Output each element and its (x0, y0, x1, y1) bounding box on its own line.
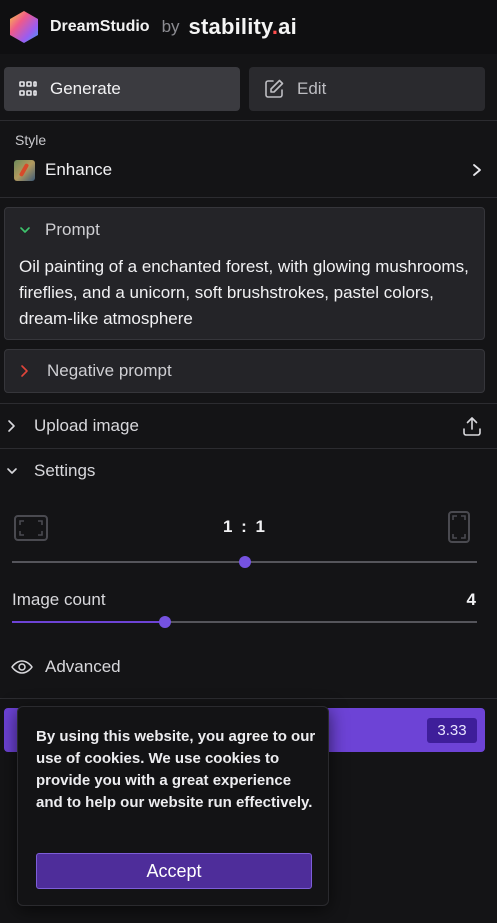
image-count-slider-fill (12, 621, 166, 623)
prompt-input[interactable]: Oil painting of a enchanted forest, with… (19, 254, 477, 332)
cookie-banner: By using this website, you agree to our … (17, 706, 329, 906)
negative-prompt-heading: Negative prompt (47, 361, 172, 380)
by-text: by (161, 17, 180, 36)
chevron-down-icon (20, 227, 30, 233)
tab-generate[interactable]: Generate (4, 67, 240, 111)
divider (0, 448, 497, 449)
chevron-right-icon (21, 365, 28, 377)
style-selector[interactable]: Enhance (14, 158, 484, 182)
advanced-toggle[interactable]: Advanced (11, 657, 121, 677)
stability-logo: stability.ai (189, 14, 297, 40)
grid-icon (19, 81, 37, 96)
style-label: Style (15, 132, 47, 148)
company-suffix: ai (278, 14, 297, 39)
chevron-down-icon (7, 468, 17, 474)
divider (0, 120, 497, 121)
image-count-label: Image count (12, 590, 106, 609)
divider (0, 698, 497, 699)
prompt-toggle[interactable]: Prompt (19, 220, 100, 240)
negative-prompt-card: Negative prompt (4, 349, 485, 393)
settings-toggle[interactable]: Settings (6, 461, 95, 481)
pencil-square-icon (265, 79, 284, 98)
advanced-label: Advanced (45, 657, 121, 676)
cookie-message: By using this website, you agree to our … (36, 728, 316, 811)
chevron-right-icon (473, 164, 481, 176)
credit-cost-badge: 3.33 (427, 718, 477, 743)
image-count-value: 4 (466, 590, 476, 609)
landscape-aspect-icon[interactable] (14, 515, 48, 541)
upload-image-toggle[interactable]: Upload image (6, 416, 139, 436)
divider (0, 403, 497, 404)
top-bar: DreamStudio by stability.ai (0, 0, 497, 54)
settings-heading: Settings (34, 461, 96, 480)
company-main: stability (188, 14, 272, 39)
mode-tabs: Generate Edit (4, 67, 485, 111)
style-thumbnail-icon (14, 159, 35, 181)
app-name: DreamStudio (50, 18, 150, 35)
divider (0, 197, 497, 198)
aspect-ratio-slider-thumb[interactable] (238, 556, 251, 568)
upload-icon[interactable] (461, 415, 483, 437)
portrait-aspect-icon[interactable] (448, 511, 470, 543)
style-value: Enhance (45, 160, 113, 179)
prompt-heading: Prompt (45, 220, 100, 239)
negative-prompt-toggle[interactable]: Negative prompt (19, 361, 172, 381)
dreamstudio-logo-icon (10, 11, 38, 43)
tab-edit-label: Edit (297, 79, 327, 98)
tab-edit[interactable]: Edit (249, 67, 485, 111)
aspect-ratio-value: 1 : 1 (222, 517, 268, 536)
accept-cookies-button[interactable]: Accept (36, 853, 312, 889)
image-count-slider-thumb[interactable] (159, 616, 172, 628)
upload-image-label: Upload image (34, 416, 139, 435)
chevron-right-icon (8, 420, 15, 432)
tab-generate-label: Generate (50, 79, 121, 98)
eye-icon (11, 660, 33, 674)
prompt-card: Prompt Oil painting of a enchanted fores… (4, 207, 485, 340)
